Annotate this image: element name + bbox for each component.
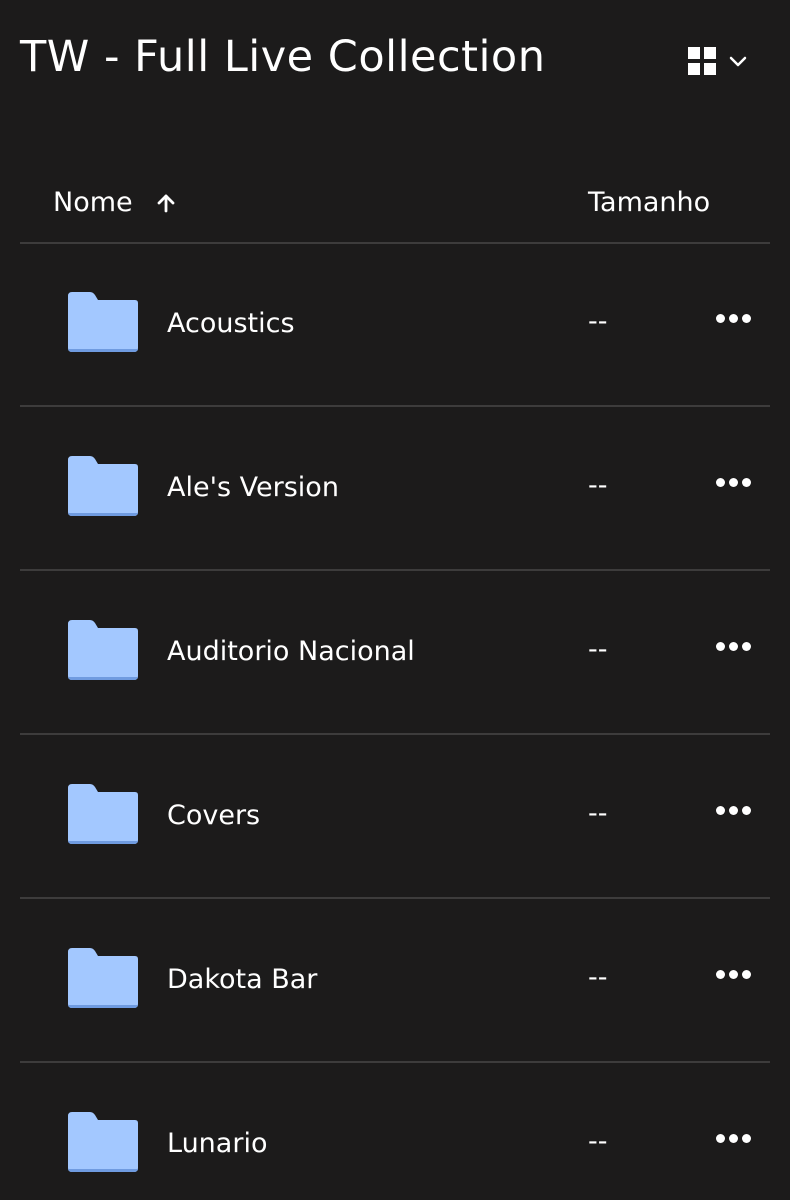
folder-row[interactable]: Auditorio Nacional -- [20, 571, 770, 735]
more-options-icon[interactable] [708, 795, 758, 825]
folder-row[interactable]: Lunario -- [20, 1063, 770, 1200]
folder-row[interactable]: Acoustics -- [20, 243, 770, 407]
folder-name: Dakota Bar [167, 964, 318, 995]
folder-icon [68, 456, 138, 516]
folder-icon [68, 784, 138, 844]
folder-name: Lunario [167, 1128, 268, 1159]
more-options-icon[interactable] [708, 959, 758, 989]
folder-icon [68, 948, 138, 1008]
folder-size: -- [588, 634, 608, 665]
folder-name: Auditorio Nacional [167, 636, 415, 667]
name-column-label: Nome [53, 187, 133, 218]
size-column-label[interactable]: Tamanho [588, 187, 710, 218]
folder-icon [68, 620, 138, 680]
chevron-down-icon [729, 56, 747, 67]
folder-icon [68, 1112, 138, 1172]
sort-by-name-button[interactable]: Nome [53, 187, 177, 218]
more-options-icon[interactable] [708, 467, 758, 497]
more-options-icon[interactable] [708, 303, 758, 333]
folder-size: -- [588, 798, 608, 829]
folder-row[interactable]: Covers -- [20, 735, 770, 899]
folder-icon [68, 292, 138, 352]
folder-row[interactable]: Ale's Version -- [20, 407, 770, 571]
folder-size: -- [588, 1126, 608, 1157]
folder-size: -- [588, 962, 608, 993]
page-title: TW - Full Live Collection [20, 32, 546, 82]
folder-name: Acoustics [167, 308, 295, 339]
folder-size: -- [588, 470, 608, 501]
grid-view-icon [688, 47, 716, 75]
more-options-icon[interactable] [708, 1123, 758, 1153]
folder-name: Ale's Version [167, 472, 339, 503]
arrow-up-icon [157, 194, 175, 212]
view-toggle-button[interactable] [688, 44, 760, 78]
folder-row[interactable]: Dakota Bar -- [20, 899, 770, 1063]
column-header-row: Nome Tamanho [20, 170, 770, 244]
more-options-icon[interactable] [708, 631, 758, 661]
folder-size: -- [588, 306, 608, 337]
file-browser: TW - Full Live Collection Nome Tamanho A… [0, 0, 790, 1200]
folder-name: Covers [167, 800, 261, 831]
